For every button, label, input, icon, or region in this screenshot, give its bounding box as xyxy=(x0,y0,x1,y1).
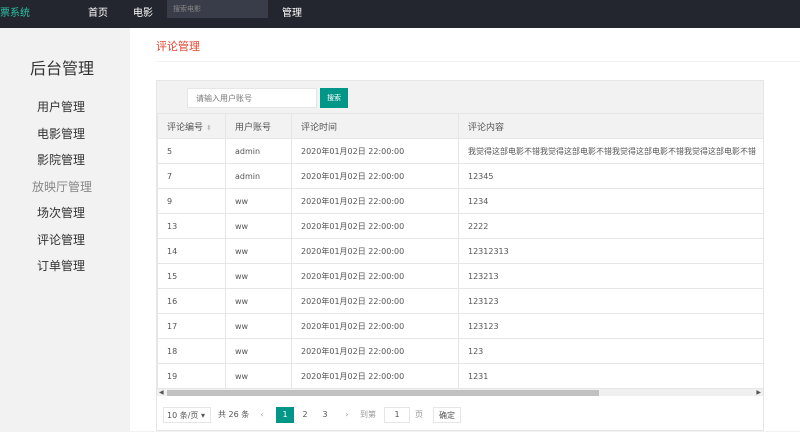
chevron-down-icon: ▾ xyxy=(200,411,205,420)
sidebar-item-cinemas[interactable]: 影院管理 xyxy=(37,151,85,168)
cell-comment-id: 19 xyxy=(157,363,226,388)
table-row[interactable]: 17 ww 2020年01月02日 22:00:00 123123 xyxy=(157,313,763,339)
page-unit-label: 页 xyxy=(415,410,423,419)
cell-comment-time: 2020年01月02日 22:00:00 xyxy=(291,288,459,314)
cell-comment-id: 17 xyxy=(157,313,226,339)
title-divider xyxy=(156,61,800,62)
nav-home[interactable]: 首页 xyxy=(88,4,108,19)
table-row[interactable]: 16 ww 2020年01月02日 22:00:00 123123 xyxy=(157,288,763,314)
cell-comment-time: 2020年01月02日 22:00:00 xyxy=(291,163,459,189)
cell-comment-content: 123123 xyxy=(458,313,763,339)
cell-comment-content: 2222 xyxy=(458,213,763,239)
sort-icon[interactable]: ⬍ xyxy=(206,124,212,132)
cell-comment-content: 12312313 xyxy=(458,238,763,264)
cell-user-account: ww xyxy=(225,363,292,388)
goto-page-input[interactable] xyxy=(384,407,410,423)
col-header-label: 评论编号 xyxy=(167,122,204,133)
cell-comment-content: 1234 xyxy=(458,188,763,214)
cell-user-account: ww xyxy=(225,288,292,314)
table-row[interactable]: 9 ww 2020年01月02日 22:00:00 1234 xyxy=(157,188,763,214)
cell-comment-content: 123213 xyxy=(458,263,763,289)
col-header-comment-id[interactable]: 评论编号 ⬍ xyxy=(157,113,226,139)
table-row[interactable]: 7 admin 2020年01月02日 22:00:00 12345 xyxy=(157,163,763,189)
page-size-select[interactable]: 10 条/页 ▾ xyxy=(163,407,211,423)
comments-table-panel: 搜索 评论编号⬍ 用户账号 评论时间 评论内容 xyxy=(156,80,764,431)
cell-user-account: admin xyxy=(225,163,292,189)
cell-comment-content: 12345 xyxy=(458,163,763,189)
col-header-comment-time: 评论时间 xyxy=(291,113,459,139)
brand-logo[interactable]: 票系统 xyxy=(0,4,30,19)
cell-user-account: ww xyxy=(225,313,292,339)
search-button[interactable]: 搜索 xyxy=(320,88,348,108)
sidebar-item-orders[interactable]: 订单管理 xyxy=(37,257,85,274)
cell-comment-id: 18 xyxy=(157,338,226,364)
table-toolbar: 搜索 xyxy=(157,81,763,113)
page-title: 评论管理 xyxy=(156,40,200,53)
cell-user-account: ww xyxy=(225,213,292,239)
next-page-icon[interactable]: › xyxy=(341,407,353,423)
comments-table: 评论编号 ⬍ 用户账号 评论时间 评论内容 5 admin 2020年01月02日… xyxy=(157,113,763,388)
page-1-button[interactable]: 1 xyxy=(276,407,294,423)
cell-comment-time: 2020年01月02日 22:00:00 xyxy=(291,238,459,264)
col-header-comment-content: 评论内容 xyxy=(458,113,763,139)
prev-page-icon[interactable]: ‹ xyxy=(256,407,268,423)
cell-comment-id: 5 xyxy=(157,138,226,164)
sidebar-item-users[interactable]: 用户管理 xyxy=(37,98,85,115)
cell-comment-time: 2020年01月02日 22:00:00 xyxy=(291,338,459,364)
col-header-user-account: 用户账号 xyxy=(225,113,292,139)
page-size-value: 10 条/页 xyxy=(167,411,199,420)
cell-comment-time: 2020年01月02日 22:00:00 xyxy=(291,313,459,339)
goto-confirm-button[interactable]: 确定 xyxy=(433,407,461,423)
sidebar-item-halls[interactable]: 放映厅管理 xyxy=(32,178,92,195)
table-row[interactable]: 5 admin 2020年01月02日 22:00:00 我觉得这部电影不错我觉… xyxy=(157,138,763,164)
table-row[interactable]: 13 ww 2020年01月02日 22:00:00 2222 xyxy=(157,213,763,239)
top-navbar: 票系统 首页 电影 管理 xyxy=(0,0,800,28)
cell-comment-time: 2020年01月02日 22:00:00 xyxy=(291,263,459,289)
cell-comment-id: 9 xyxy=(157,188,226,214)
table-row[interactable]: 15 ww 2020年01月02日 22:00:00 123213 xyxy=(157,263,763,289)
sidebar: 后台管理 用户管理 电影管理 影院管理 放映厅管理 场次管理 评论管理 订单管理 xyxy=(0,28,130,431)
table-viewport[interactable]: 评论编号 ⬍ 用户账号 评论时间 评论内容 5 admin 2020年01月02日… xyxy=(157,113,763,388)
pagination: 10 条/页 ▾ 共 26 条 ‹ 1 2 3 › 到第 页 确定 xyxy=(157,396,763,432)
table-row[interactable]: 14 ww 2020年01月02日 22:00:00 12312313 xyxy=(157,238,763,264)
cell-user-account: ww xyxy=(225,338,292,364)
cell-comment-id: 15 xyxy=(157,263,226,289)
cell-comment-content: 123 xyxy=(458,338,763,364)
movie-search-input[interactable] xyxy=(167,0,268,18)
cell-comment-id: 14 xyxy=(157,238,226,264)
table-row[interactable]: 18 ww 2020年01月02日 22:00:00 123 xyxy=(157,338,763,364)
sidebar-item-comments[interactable]: 评论管理 xyxy=(37,231,85,248)
nav-movies[interactable]: 电影 xyxy=(133,4,153,19)
cell-comment-id: 7 xyxy=(157,163,226,189)
sidebar-item-movies[interactable]: 电影管理 xyxy=(37,125,85,142)
table-row[interactable]: 19 ww 2020年01月02日 22:00:00 1231 xyxy=(157,363,763,388)
cell-user-account: ww xyxy=(225,188,292,214)
cell-user-account: ww xyxy=(225,238,292,264)
cell-comment-time: 2020年01月02日 22:00:00 xyxy=(291,213,459,239)
page-2-button[interactable]: 2 xyxy=(296,407,314,423)
cell-comment-time: 2020年01月02日 22:00:00 xyxy=(291,138,459,164)
cell-user-account: admin xyxy=(225,138,292,164)
cell-comment-time: 2020年01月02日 22:00:00 xyxy=(291,363,459,388)
horizontal-scrollbar[interactable]: ◀ ▶ xyxy=(157,388,763,396)
table-body: 5 admin 2020年01月02日 22:00:00 我觉得这部电影不错我觉… xyxy=(157,138,763,388)
page-3-button[interactable]: 3 xyxy=(316,407,334,423)
user-account-search-input[interactable] xyxy=(187,88,317,108)
cell-user-account: ww xyxy=(225,263,292,289)
cell-comment-id: 13 xyxy=(157,213,226,239)
sidebar-item-sessions[interactable]: 场次管理 xyxy=(37,204,85,221)
nav-manage[interactable]: 管理 xyxy=(282,4,302,19)
cell-comment-content: 123123 xyxy=(458,288,763,314)
table-header-row: 评论编号 ⬍ 用户账号 评论时间 评论内容 xyxy=(157,113,763,139)
total-count: 共 26 条 xyxy=(218,410,250,419)
main-content: 评论管理 搜索 评论编号⬍ 用户账号 评论时间 评论内 xyxy=(130,28,800,431)
cell-comment-content: 我觉得这部电影不错我觉得这部电影不错我觉得这部电影不错我觉得这部电影不错 xyxy=(458,138,763,164)
cell-comment-time: 2020年01月02日 22:00:00 xyxy=(291,188,459,214)
cell-comment-content: 1231 xyxy=(458,363,763,388)
goto-label: 到第 xyxy=(360,410,376,419)
cell-comment-id: 16 xyxy=(157,288,226,314)
sidebar-title: 后台管理 xyxy=(30,59,95,78)
